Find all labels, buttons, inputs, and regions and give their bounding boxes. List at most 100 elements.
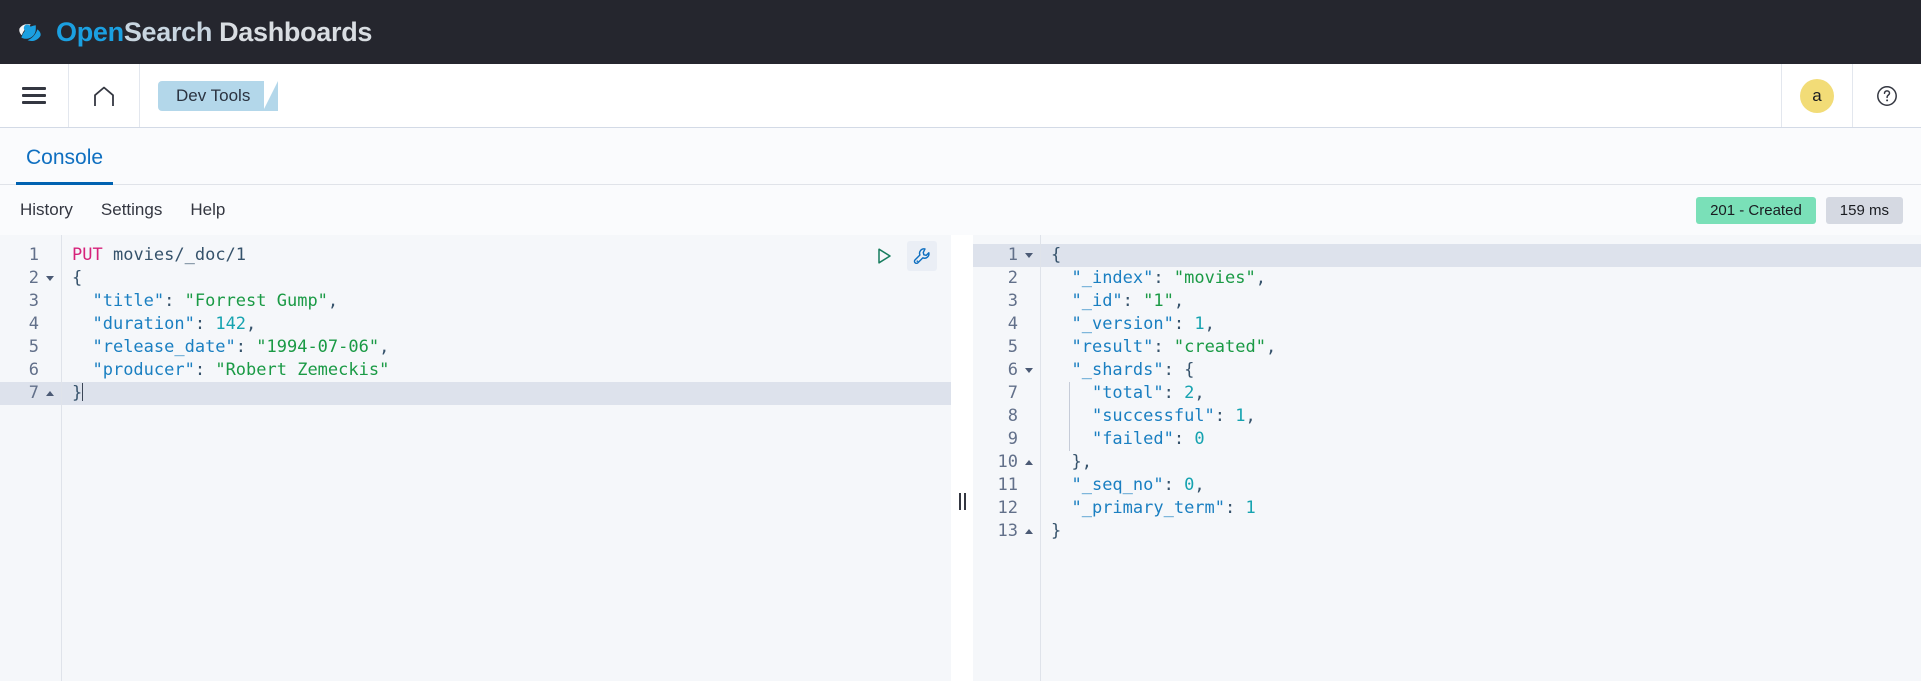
request-token-str: "1994-07-06" [256,337,380,357]
response-line-number: 11 [997,475,1018,495]
fold-expand-icon[interactable] [1022,451,1035,474]
fold-expand-icon[interactable] [43,382,56,405]
request-token-punct: , [327,291,339,311]
user-menu[interactable]: a [1782,64,1853,127]
response-token-plain [1051,383,1092,403]
response-token-punct: : [1122,291,1144,311]
fold-collapse-icon[interactable] [1022,244,1035,267]
indent-guide [1069,428,1070,451]
request-token-punct: , [379,337,390,357]
response-code-line: "_index": "movies", [1041,267,1921,290]
response-line-number: 10 [973,451,1040,474]
response-token-plain [1051,452,1071,472]
response-line-number: 1 [973,244,1040,267]
status-badge: 201 - Created [1696,196,1816,224]
request-token-punct: } [72,383,83,403]
response-token-punct: : [1173,314,1195,334]
response-token-key: "total" [1091,383,1164,403]
response-token-punct: : [1173,429,1195,449]
menu-item-help[interactable]: Help [190,200,225,220]
editor-action-buttons [869,241,937,271]
response-token-plain [1051,406,1092,426]
request-token-punct: : [235,337,257,357]
request-code-line: "producer": "Robert Zemeckis" [62,359,951,382]
response-token-punct: { [1051,245,1062,265]
response-token-punct: } [1051,521,1062,541]
response-token-punct: : [1225,498,1246,518]
request-token-plain [72,360,92,380]
response-token-num: 2 [1184,383,1195,403]
response-token-plain [1051,291,1071,311]
response-code-line: "_id": "1", [1041,290,1921,313]
response-line-number: 12 [997,498,1018,518]
menu-item-history[interactable]: History [20,200,73,220]
pane-splitter[interactable] [951,235,973,681]
home-button[interactable] [69,64,140,127]
indent-guide [1069,382,1070,405]
response-line-number: 9 [1007,429,1018,449]
brand-search: Search [123,16,213,47]
response-code-area[interactable]: { "_index": "movies", "_id": "1", "_vers… [1041,235,1921,681]
response-token-str: "movies" [1173,268,1256,288]
request-code-line: "title": "Forrest Gump", [62,290,951,313]
brand-dashboards: Dashboards [219,16,373,47]
request-token-plain [72,337,92,357]
menu-item-settings[interactable]: Settings [101,200,162,220]
response-code-line: "_primary_term": 1 [1041,497,1921,520]
fold-collapse-icon[interactable] [43,267,56,290]
response-token-punct: : [1153,268,1174,288]
request-token-str: "Forrest Gump" [184,291,328,311]
response-token-num: 1 [1235,406,1246,426]
breadcrumb-item-dev-tools[interactable]: Dev Tools [158,80,279,111]
request-token-punct: , [246,314,257,334]
request-token-key: "duration" [92,314,195,334]
request-pane: 1234567 PUT movies/_doc/1{ "title": "For… [0,235,951,681]
request-token-plain [103,245,113,265]
response-token-str: "1" [1143,291,1174,311]
play-triangle-icon [878,248,891,264]
request-line-number: 1 [28,245,39,265]
response-editor[interactable]: 1 2 3 4 5 6 7 8 9 10 11 12 13 { "_index": "movies", … [973,235,1921,681]
fold-expand-icon[interactable] [1022,520,1035,543]
request-code-area[interactable]: PUT movies/_doc/1{ "title": "Forrest Gum… [62,235,951,681]
response-token-punct: , [1194,383,1205,403]
console-tools-button[interactable] [907,241,937,271]
response-code-line: "failed": 0 [1041,428,1921,451]
request-line-number: 7 [0,382,61,405]
request-line-number: 3 [28,291,39,311]
response-token-num: 0 [1184,475,1195,495]
response-token-key: "result" [1071,337,1154,357]
response-line-number: 7 [1007,383,1018,403]
response-token-plain [1051,314,1071,334]
app-header: OpenSearch Dashboards [0,0,1921,64]
fold-collapse-icon[interactable] [1022,359,1035,382]
tab-console[interactable]: Console [16,146,114,185]
response-token-punct: , [1245,406,1256,426]
request-editor[interactable]: 1234567 PUT movies/_doc/1{ "title": "For… [0,235,951,681]
opensearch-logo-icon [19,24,41,42]
console-menu-bar: History Settings Help 201 - Created 159 … [0,185,1921,235]
response-token-num: 1 [1245,498,1256,518]
request-token-num: 142 [215,314,247,334]
response-line-number: 2 [1007,268,1018,288]
request-token-punct: { [72,268,83,288]
console-tab-strip: Console [0,128,1921,185]
indent-guide [1069,405,1070,428]
brand-logo[interactable]: OpenSearch Dashboards [14,15,372,49]
response-token-key: "_id" [1071,291,1123,311]
response-token-key: "failed" [1091,429,1174,449]
help-button[interactable] [1853,64,1921,127]
request-token-method: PUT [72,245,103,265]
response-code-line: { [1041,244,1921,267]
request-token-punct: : [164,291,185,311]
send-request-button[interactable] [869,241,899,271]
menu-toggle-button[interactable] [0,64,69,127]
response-line-number: 8 [1007,406,1018,426]
request-code-line: "release_date": "1994-07-06", [62,336,951,359]
response-token-punct: , [1173,291,1185,311]
avatar[interactable]: a [1800,78,1834,113]
response-code-line: } [1041,520,1921,543]
response-token-punct: : [1153,337,1174,357]
response-time-badge: 159 ms [1825,196,1903,224]
request-token-key: "producer" [92,360,195,380]
